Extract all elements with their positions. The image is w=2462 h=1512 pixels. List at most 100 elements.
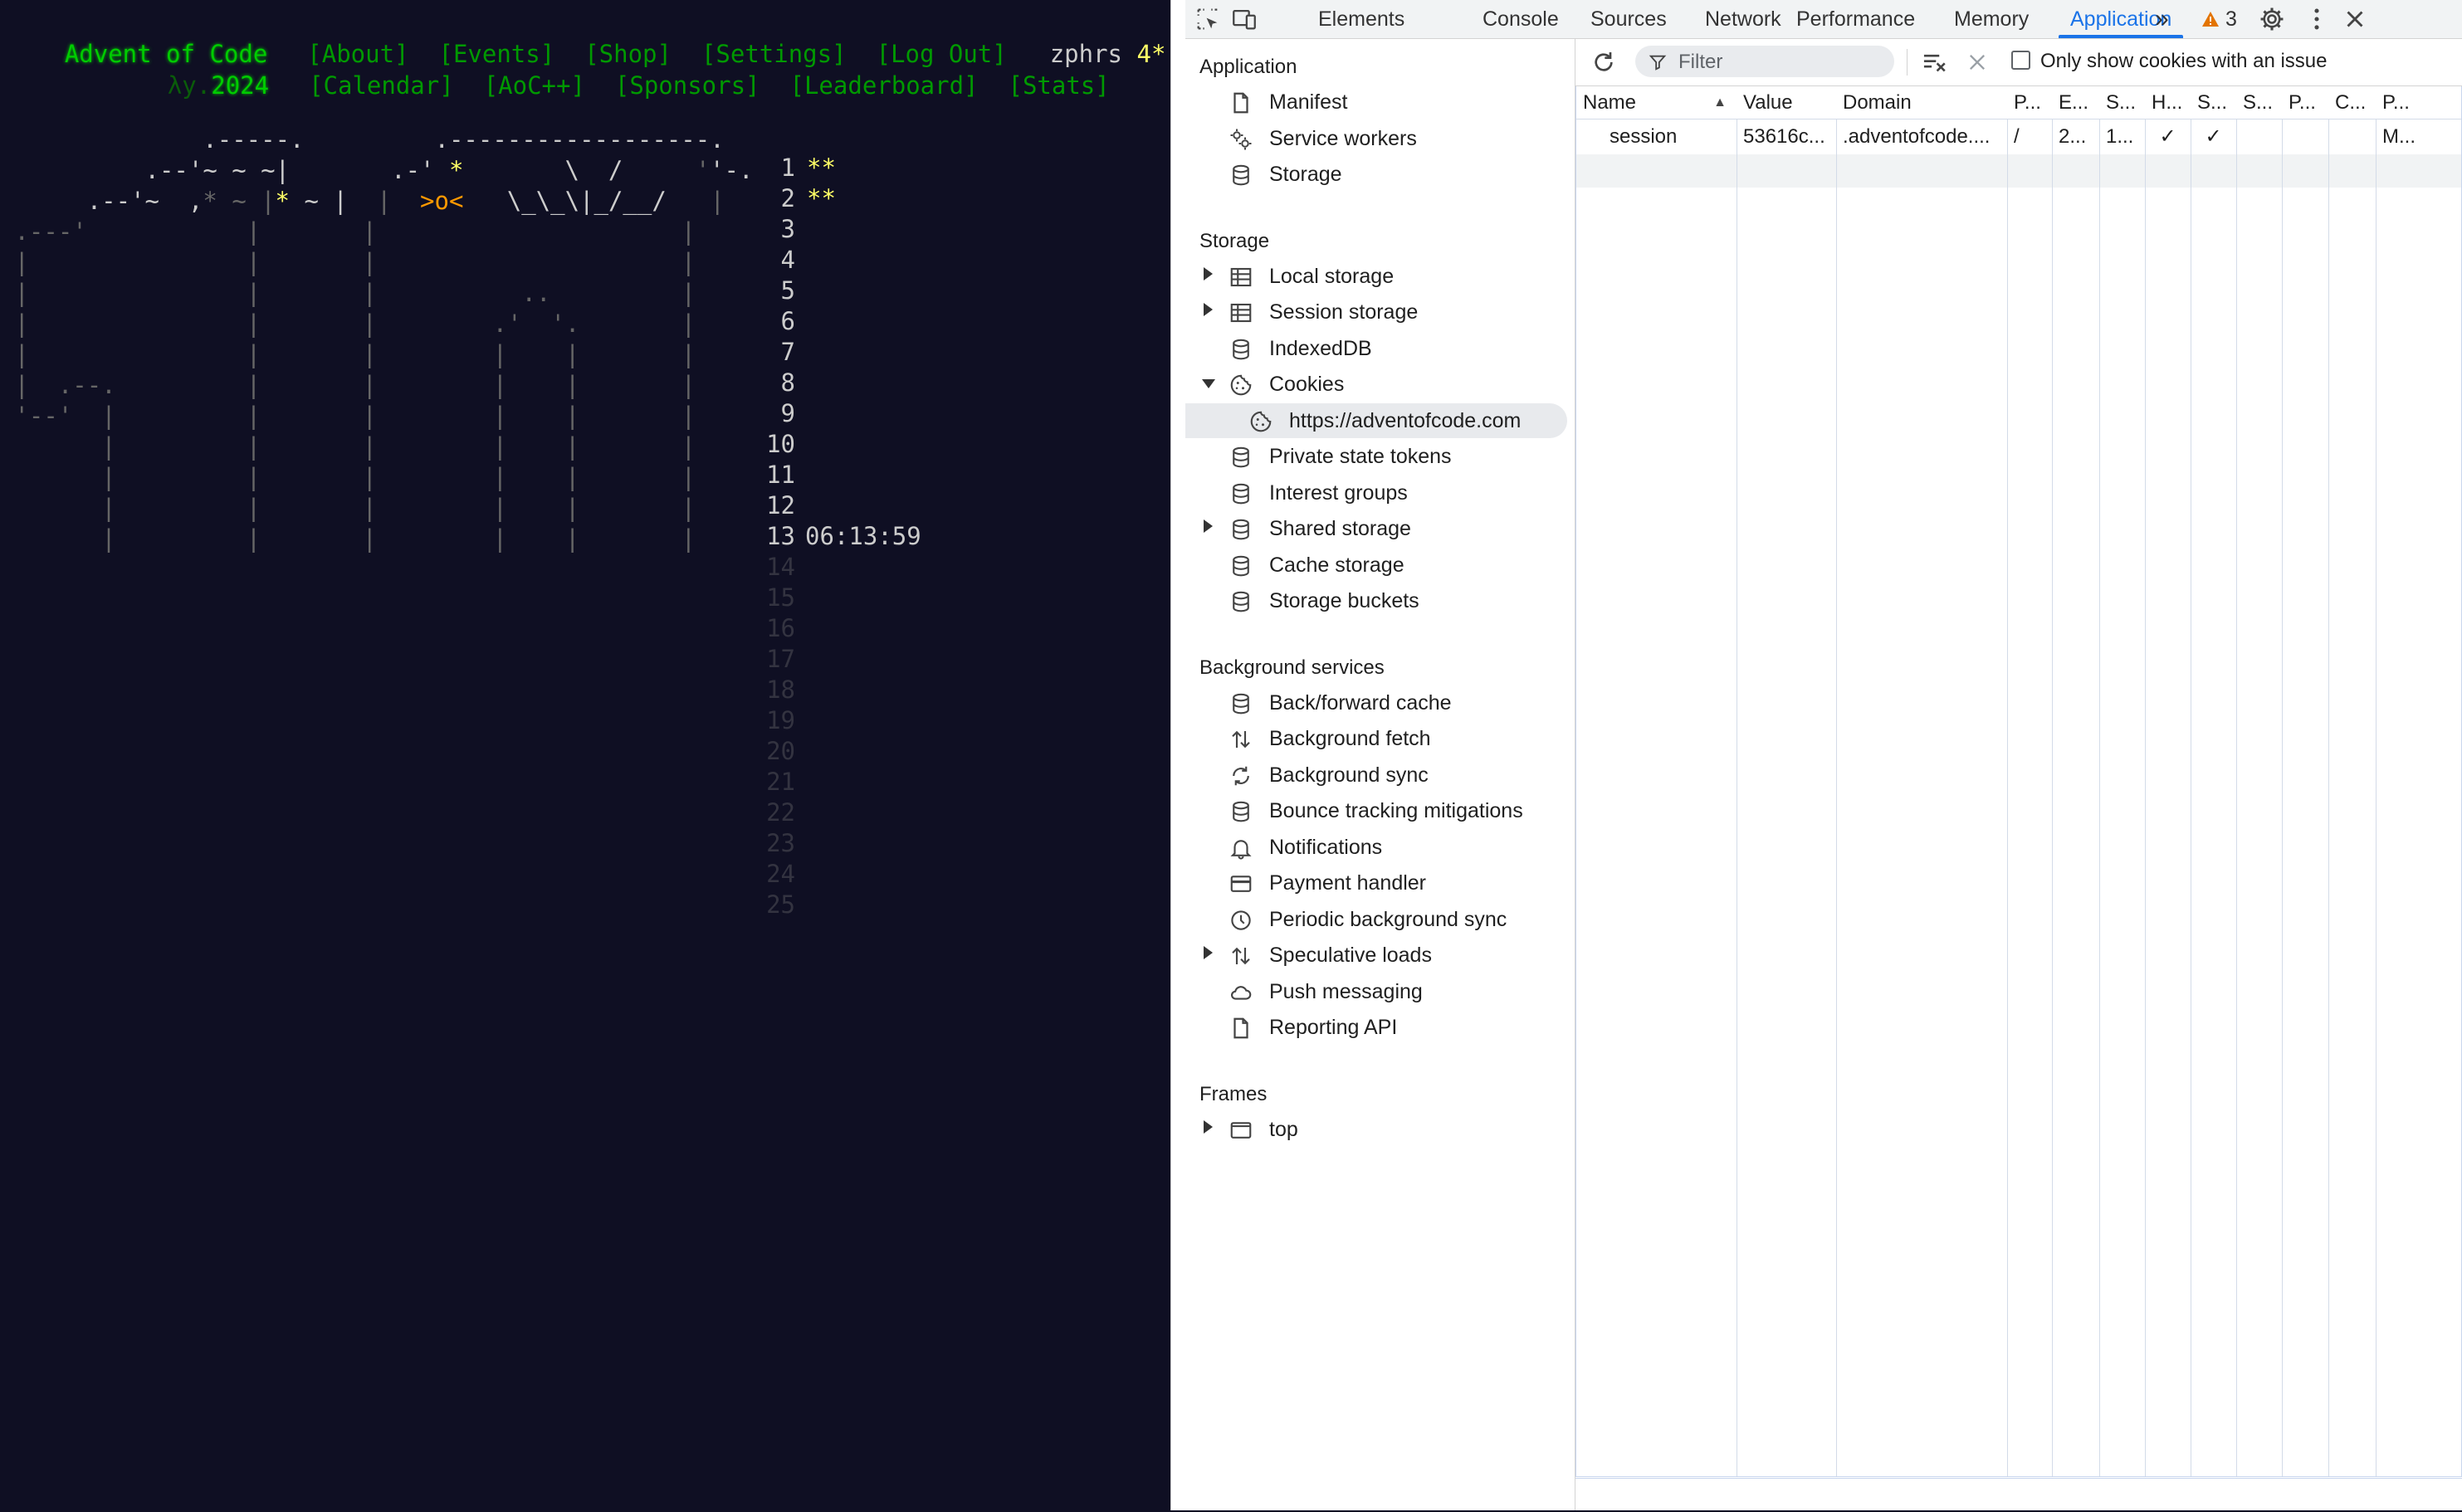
collapsed-triangle-icon[interactable] [1204, 1119, 1213, 1134]
collapsed-triangle-icon[interactable] [1204, 519, 1213, 533]
column-header[interactable]: C... [2328, 86, 2376, 119]
filter-input[interactable] [1677, 49, 1888, 76]
day-stars: ** [807, 184, 836, 212]
year-prefix: λy. [167, 71, 212, 100]
table-cell: .adventofcode.... [1843, 125, 1991, 148]
sidebar-item-background-fetch[interactable]: Background fetch [1185, 721, 1567, 756]
cookies-table: Name ▲ Value Domain P... E... S... H... S... S...… [1575, 86, 2462, 1477]
event-year[interactable]: λy.2024 [65, 70, 269, 101]
day-number: 3 [780, 215, 795, 243]
column-divider[interactable] [2236, 86, 2237, 1476]
column-header[interactable]: E... [2052, 86, 2099, 119]
delete-selected-icon[interactable] [1966, 51, 1989, 74]
tab-memory[interactable]: Memory [1954, 0, 2029, 38]
sidebar-item-bounce-tracking-mitigations[interactable]: Bounce tracking mitigations [1185, 793, 1567, 828]
collapsed-triangle-icon[interactable] [1204, 946, 1213, 959]
collapsed-triangle-icon[interactable] [1204, 303, 1213, 316]
sidebar-item-reporting-api[interactable]: Reporting API [1185, 1010, 1567, 1045]
more-tabs-icon[interactable]: » [2155, 0, 2169, 38]
cookie-icon [1230, 374, 1252, 396]
device-toolbar-icon[interactable] [1230, 5, 1258, 33]
nav-calendar[interactable]: [Calendar] [309, 71, 454, 100]
nav-sponsors[interactable]: [Sponsors] [615, 71, 760, 100]
calendar-art-line: | | | .. | [0, 279, 696, 307]
nav-aocplusplus[interactable]: [AoC++] [484, 71, 585, 100]
sidebar-item-shared-storage[interactable]: Shared storage [1185, 511, 1567, 546]
filter-box[interactable] [1635, 46, 1894, 77]
sidebar-item-storage[interactable]: Storage [1185, 157, 1567, 192]
sidebar-item-periodic-background-sync[interactable]: Periodic background sync [1185, 902, 1567, 937]
tab-network[interactable]: Network [1705, 0, 1781, 38]
column-header-label: Domain [1843, 91, 1912, 114]
checkbox-box[interactable] [2011, 51, 2030, 70]
clear-all-cookies-icon[interactable] [1921, 49, 1949, 76]
column-divider[interactable] [2282, 86, 2283, 1476]
settings-gear-icon[interactable] [2258, 5, 2286, 33]
sidebar-item-speculative-loads[interactable]: Speculative loads [1185, 938, 1567, 973]
sidebar-item-local-storage[interactable]: Local storage [1185, 259, 1567, 294]
sidebar-item-cookies[interactable]: Cookies [1185, 367, 1567, 402]
column-divider[interactable] [2376, 86, 2377, 1476]
tab-console[interactable]: Console [1483, 0, 1559, 38]
inspect-element-icon[interactable] [1194, 5, 1222, 33]
sidebar-item-label: Service workers [1269, 126, 1417, 150]
sidebar-item-push-messaging[interactable]: Push messaging [1185, 974, 1567, 1009]
column-header[interactable]: H... [2145, 86, 2191, 119]
column-divider[interactable] [2328, 86, 2329, 1476]
cookies-pane: Only show cookies with an issue Name ▲ Val… [1575, 39, 2462, 1510]
column-divider[interactable] [2052, 86, 2053, 1476]
tab-performance[interactable]: Performance [1796, 0, 1915, 38]
sidebar-item-service-workers[interactable]: Service workers [1185, 121, 1567, 156]
sidebar-item-top[interactable]: top [1185, 1112, 1567, 1147]
column-header-label: S... [2197, 91, 2228, 114]
close-devtools-icon[interactable] [2341, 5, 2369, 33]
nav-leaderboard[interactable]: [Leaderboard] [790, 71, 979, 100]
sidebar-item-private-state-tokens[interactable]: Private state tokens [1185, 439, 1567, 474]
column-header[interactable]: S... [2191, 86, 2236, 119]
sidebar-item-indexeddb[interactable]: IndexedDB [1185, 331, 1567, 366]
column-header-label: S... [2106, 91, 2137, 114]
calendar-art-line: '--' | | | | | | [0, 402, 696, 430]
refresh-icon[interactable] [1590, 49, 1617, 76]
sidebar-item-manifest[interactable]: Manifest [1185, 85, 1567, 119]
tab-sources[interactable]: Sources [1590, 0, 1667, 38]
sidebar-item-payment-handler[interactable]: Payment handler [1185, 866, 1567, 900]
column-header-label: S... [2243, 91, 2274, 114]
sidebar-item-label: Storage [1269, 163, 1342, 186]
sidebar-item-notifications[interactable]: Notifications [1185, 830, 1567, 865]
warnings-counter[interactable]: 3 [2201, 0, 2237, 38]
sync-icon [1233, 766, 1249, 785]
column-header[interactable]: S... [2099, 86, 2145, 119]
sidebar-item-storage-buckets[interactable]: Storage buckets [1185, 583, 1567, 618]
column-divider[interactable] [2145, 86, 2146, 1476]
column-header[interactable]: S... [2236, 86, 2282, 119]
expanded-triangle-icon[interactable] [1202, 379, 1215, 388]
tab-elements[interactable]: Elements [1318, 0, 1404, 38]
collapsed-triangle-icon[interactable] [1204, 266, 1213, 280]
only-issues-checkbox[interactable]: Only show cookies with an issue [2011, 50, 2328, 73]
column-divider[interactable] [1836, 86, 1837, 1476]
unlock-countdown: 06:13:59 [805, 522, 921, 550]
column-divider[interactable] [2007, 86, 2008, 1476]
column-header[interactable]: Domain [1836, 86, 2007, 119]
column-header[interactable]: P... [2007, 86, 2052, 119]
sidebar-item-back-forward-cache[interactable]: Back/forward cache [1185, 685, 1567, 720]
column-header[interactable]: Name ▲ [1576, 86, 1737, 119]
sidebar-item-https-adventofcode-com[interactable]: https://adventofcode.com [1185, 402, 1567, 438]
column-header[interactable]: Value [1737, 86, 1836, 119]
kebab-menu-icon[interactable] [2303, 5, 2331, 33]
sidebar-item-interest-groups[interactable]: Interest groups [1185, 476, 1567, 510]
column-header-label: Name [1583, 91, 1637, 114]
table-cell: / [2014, 125, 2020, 148]
sidebar-item-background-sync[interactable]: Background sync [1185, 758, 1567, 793]
column-header[interactable]: P... [2282, 86, 2328, 119]
calendar-art-line: | | | | | | [0, 340, 696, 368]
nav-stats[interactable]: [Stats] [1009, 71, 1110, 100]
panel-divider[interactable] [1170, 0, 1186, 1510]
column-header[interactable]: P... [2376, 86, 2461, 119]
sidebar-item-session-storage[interactable]: Session storage [1185, 295, 1567, 329]
column-divider[interactable] [2099, 86, 2100, 1476]
column-header-label: P... [2289, 91, 2316, 114]
sidebar-item-cache-storage[interactable]: Cache storage [1185, 548, 1567, 583]
table-row[interactable]: session 53616c... .adventofcode.... / 2... 1.… [1576, 119, 2461, 154]
